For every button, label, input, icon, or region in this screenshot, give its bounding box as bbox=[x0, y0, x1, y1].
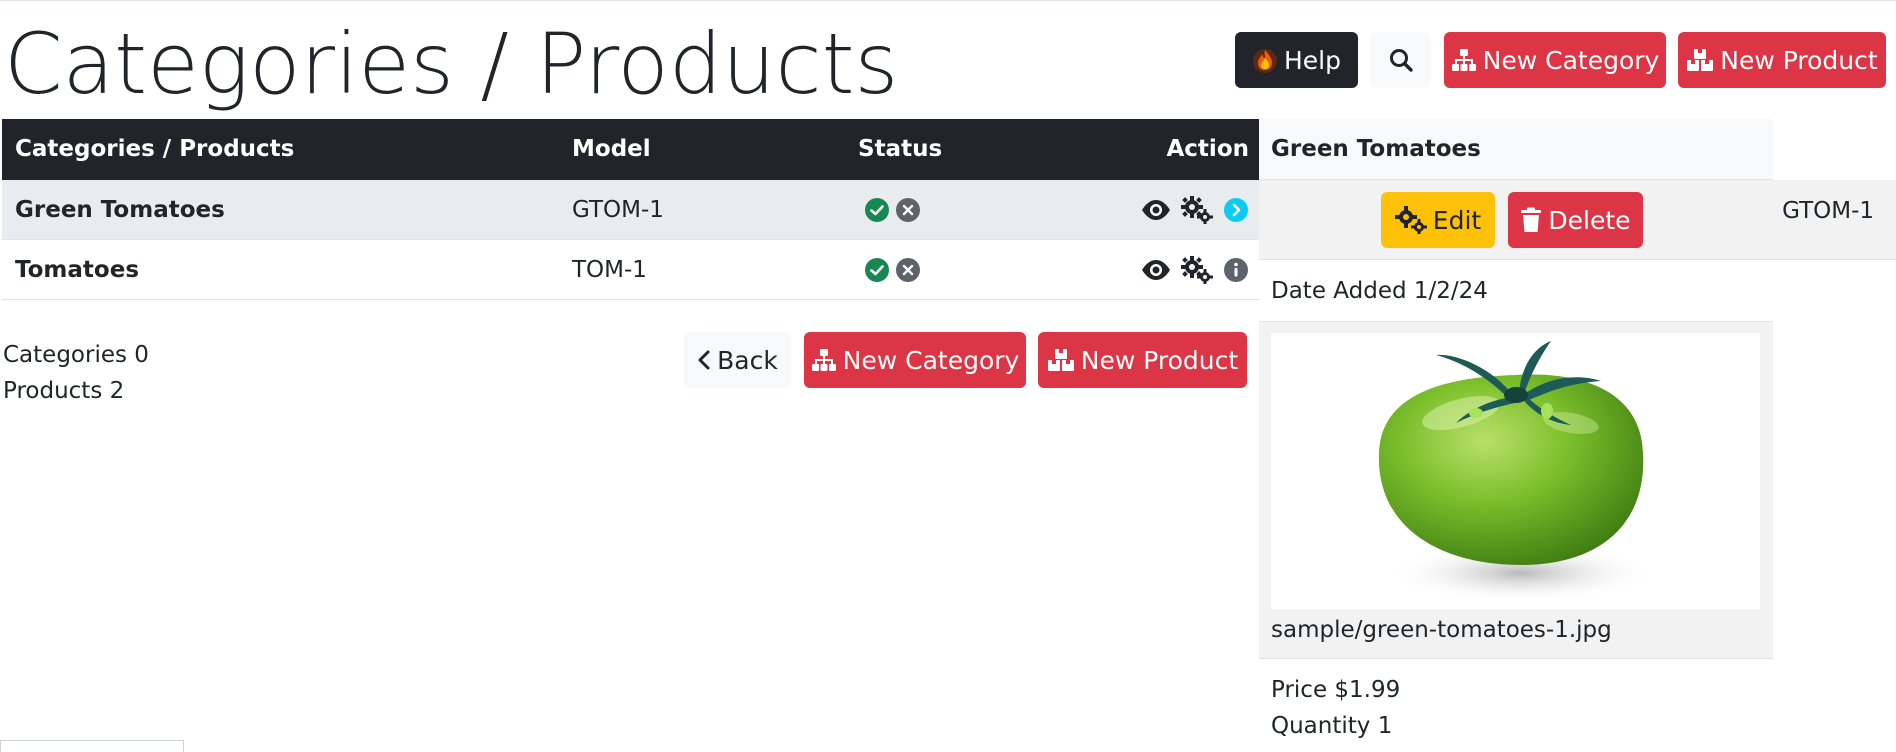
trash-icon bbox=[1521, 207, 1542, 232]
column-header-model: Model bbox=[572, 136, 651, 162]
new-category-button[interactable]: New Category bbox=[1444, 32, 1666, 88]
column-header-status: Status bbox=[858, 136, 943, 162]
row-name: Green Tomatoes bbox=[15, 197, 225, 223]
table-row[interactable]: Green Tomatoes GTOM-1 bbox=[2, 180, 1259, 240]
bottom-tab[interactable] bbox=[0, 740, 184, 752]
eye-icon[interactable] bbox=[1141, 259, 1171, 281]
row-name: Tomatoes bbox=[15, 257, 140, 283]
new-category-label: New Category bbox=[1482, 45, 1660, 75]
check-circle-icon[interactable] bbox=[865, 258, 889, 282]
fire-icon bbox=[1253, 49, 1277, 73]
delete-button[interactable]: Delete bbox=[1508, 192, 1643, 248]
page-title: Categories / Products bbox=[4, 15, 899, 113]
chevron-right-circle-icon[interactable] bbox=[1224, 198, 1248, 222]
new-product-label: New Product bbox=[1080, 345, 1239, 375]
x-circle-icon[interactable] bbox=[896, 198, 920, 222]
back-label: Back bbox=[717, 345, 778, 375]
edit-button[interactable]: Edit bbox=[1381, 192, 1495, 248]
help-button[interactable]: Help bbox=[1235, 32, 1358, 88]
info-circle-icon[interactable] bbox=[1224, 258, 1248, 282]
column-header-name: Categories / Products bbox=[15, 136, 295, 162]
search-button[interactable] bbox=[1370, 32, 1431, 88]
help-label: Help bbox=[1284, 45, 1341, 75]
boxes-icon bbox=[1047, 349, 1074, 371]
table-header: Categories / Products Model Status Actio… bbox=[2, 119, 1259, 180]
gears-icon[interactable] bbox=[1181, 196, 1213, 224]
price-quantity: Price $1.99 Quantity 1 bbox=[1271, 672, 1400, 744]
edit-label: Edit bbox=[1432, 205, 1482, 235]
sitemap-icon bbox=[811, 349, 836, 371]
detail-title: Green Tomatoes bbox=[1259, 119, 1773, 180]
new-product-label: New Product bbox=[1720, 45, 1878, 75]
detail-actions: Edit Delete GTOM-1 bbox=[1259, 180, 1896, 260]
sitemap-icon bbox=[1451, 49, 1476, 71]
gears-icon bbox=[1394, 206, 1427, 234]
product-image bbox=[1271, 333, 1760, 609]
table-row[interactable]: Tomatoes TOM-1 bbox=[2, 240, 1259, 300]
row-model: GTOM-1 bbox=[572, 197, 664, 223]
top-border bbox=[0, 0, 1896, 1]
row-model: TOM-1 bbox=[572, 257, 647, 283]
new-category-button[interactable]: New Category bbox=[804, 332, 1026, 388]
chevron-left-icon bbox=[698, 350, 710, 370]
eye-icon[interactable] bbox=[1141, 199, 1171, 221]
gears-icon[interactable] bbox=[1181, 256, 1213, 284]
delete-label: Delete bbox=[1548, 205, 1631, 235]
detail-model: GTOM-1 bbox=[1782, 198, 1874, 224]
boxes-icon bbox=[1687, 49, 1714, 71]
product-image-block: sample/green-tomatoes-1.jpg bbox=[1259, 322, 1773, 659]
new-product-button[interactable]: New Product bbox=[1678, 32, 1886, 88]
check-circle-icon[interactable] bbox=[865, 198, 889, 222]
new-category-label: New Category bbox=[842, 345, 1020, 375]
back-button[interactable]: Back bbox=[684, 332, 791, 388]
column-header-action: Action bbox=[1166, 136, 1250, 162]
products-count: Products 2 bbox=[3, 378, 125, 404]
search-icon bbox=[1389, 49, 1413, 72]
date-added: Date Added 1/2/24 bbox=[1259, 260, 1773, 322]
tomato-image bbox=[1378, 341, 1656, 603]
image-path: sample/green-tomatoes-1.jpg bbox=[1271, 617, 1612, 643]
quantity: Quantity 1 bbox=[1271, 713, 1393, 739]
price: Price $1.99 bbox=[1271, 677, 1401, 703]
new-product-button[interactable]: New Product bbox=[1038, 332, 1247, 388]
x-circle-icon[interactable] bbox=[896, 258, 920, 282]
summary: Categories 0 Products 2 bbox=[3, 337, 149, 409]
categories-count: Categories 0 bbox=[3, 342, 149, 368]
